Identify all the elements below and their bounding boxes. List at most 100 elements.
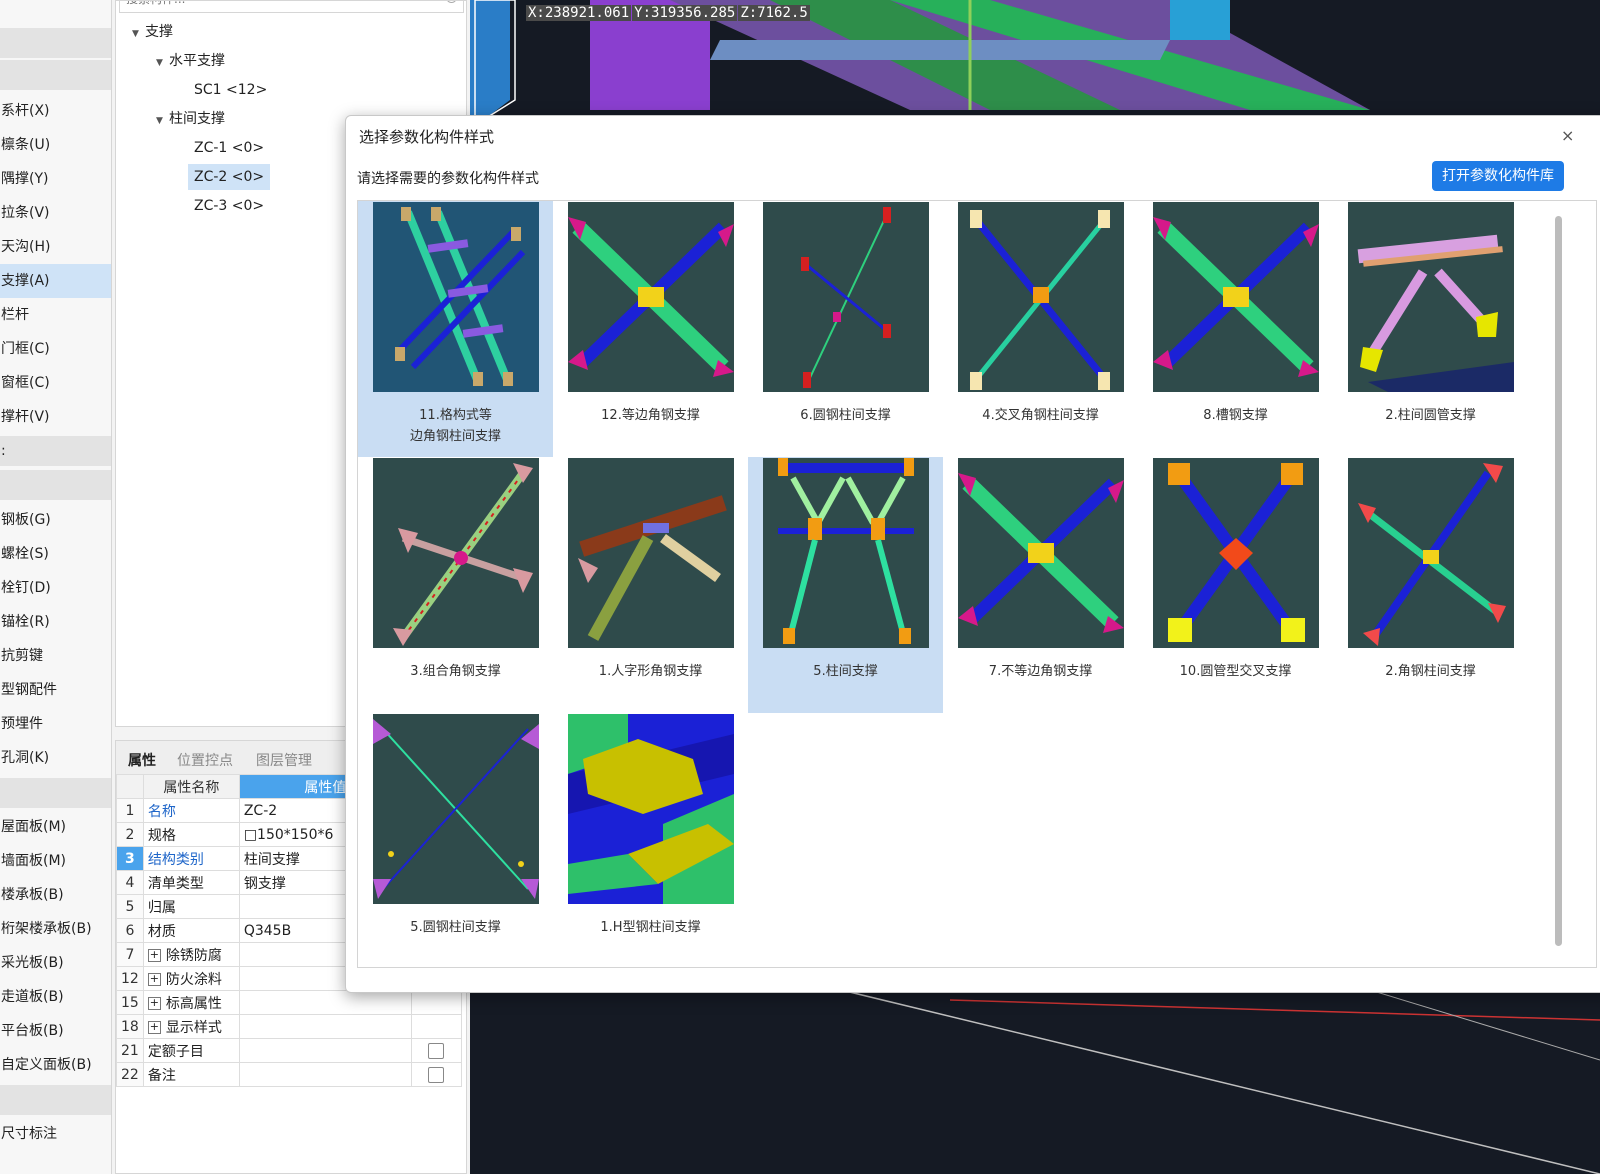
category-group-header <box>0 778 111 808</box>
search-icon[interactable] <box>446 1 457 3</box>
property-value[interactable] <box>238 990 412 1015</box>
style-thumbnail-image <box>568 217 734 377</box>
expand-plus-icon[interactable]: + <box>147 973 161 986</box>
property-name: 除锈防腐 <box>165 947 222 964</box>
category-item[interactable]: 栓钉(D) <box>0 571 111 605</box>
property-name-cell: + 防火涂料 <box>142 966 240 991</box>
tree-node[interactable]: ZC-2 <0> <box>188 164 271 190</box>
row-index: 1 <box>116 798 144 823</box>
style-card[interactable]: 5.圆钢柱间支撑 <box>358 713 553 967</box>
style-card[interactable]: 2.角钢柱间支撑 <box>1333 457 1528 713</box>
category-item[interactable]: 支撑(A) <box>0 264 111 298</box>
style-card[interactable]: 7.不等边角钢支撑 <box>943 457 1138 713</box>
tree-node[interactable]: ZC-3 <0> <box>194 193 264 219</box>
style-card[interactable]: 10.圆管型交叉支撑 <box>1138 457 1333 713</box>
style-card[interactable]: 12.等边角钢支撑 <box>553 201 748 457</box>
category-item[interactable]: : <box>0 434 111 468</box>
category-item[interactable]: 尺寸标注 <box>0 1117 111 1151</box>
category-item[interactable]: 墙面板(M) <box>0 844 111 878</box>
tab-properties[interactable]: 属性 <box>124 747 160 775</box>
style-card[interactable]: 1.人字形角钢支撑 <box>553 457 748 713</box>
tree-node-label: 水平支撑 <box>169 53 225 69</box>
row-index: 3 <box>116 846 144 871</box>
category-item[interactable]: 栏杆 <box>0 298 111 332</box>
category-item[interactable]: 拉条(V) <box>0 196 111 230</box>
style-label: 7.不等边角钢支撑 <box>988 664 1093 679</box>
category-item[interactable]: 桁架楼承板(B) <box>0 912 111 946</box>
row-index: 5 <box>116 894 144 919</box>
category-item[interactable]: 天沟(H) <box>0 230 111 264</box>
checkbox[interactable] <box>428 1066 445 1083</box>
tree-node[interactable]: ▼ 柱间支撑 <box>156 106 225 132</box>
property-row[interactable]: 21 定额子目 <box>116 1038 462 1063</box>
category-item[interactable]: 檩条(U) <box>0 128 111 162</box>
open-component-library-button[interactable]: 打开参数化构件库 <box>1432 161 1564 191</box>
row-index: 22 <box>116 1062 144 1087</box>
style-thumbnail <box>568 202 734 392</box>
property-value[interactable] <box>238 1038 412 1063</box>
close-icon[interactable]: × <box>1561 126 1574 145</box>
style-card[interactable]: 8.槽钢支撑 <box>1138 201 1333 457</box>
tab-position-control[interactable]: 位置控点 <box>173 747 237 775</box>
style-card[interactable]: 4.交叉角钢柱间支撑 <box>943 201 1138 457</box>
search-input[interactable] <box>124 1 428 7</box>
tree-node[interactable]: ▼ 支撑 <box>132 19 173 45</box>
tree-node[interactable]: ▼ 水平支撑 <box>156 48 225 74</box>
category-item[interactable]: 预埋件 <box>0 707 111 741</box>
expand-plus-icon[interactable]: + <box>147 1021 161 1034</box>
style-card[interactable]: 1.H型钢柱间支撑 <box>553 713 748 967</box>
category-item[interactable]: 窗框(C) <box>0 366 111 400</box>
property-name: 结构类别 <box>147 851 204 868</box>
category-item[interactable]: 自定义面板(B) <box>0 1048 111 1082</box>
category-group-header <box>0 60 111 90</box>
category-item[interactable]: 门框(C) <box>0 332 111 366</box>
expand-plus-icon[interactable]: + <box>147 949 161 962</box>
property-name-cell: 定额子目 <box>142 1038 240 1063</box>
property-value[interactable] <box>238 1062 412 1087</box>
style-thumbnail <box>763 202 929 392</box>
style-thumbnail-image <box>778 458 914 644</box>
style-label: 12.等边角钢支撑 <box>601 408 700 423</box>
checkbox[interactable] <box>428 1042 445 1059</box>
expand-arrow-icon[interactable]: ▼ <box>156 108 166 134</box>
style-label: 5.圆钢柱间支撑 <box>410 920 501 935</box>
style-card[interactable]: 5.柱间支撑 <box>748 457 943 713</box>
category-item[interactable]: 楼承板(B) <box>0 878 111 912</box>
tab-layer-management[interactable]: 图层管理 <box>252 747 316 775</box>
category-item[interactable]: 孔洞(K) <box>0 741 111 775</box>
style-card[interactable]: 3.组合角钢支撑 <box>358 457 553 713</box>
expand-plus-icon[interactable]: + <box>147 997 161 1010</box>
expand-arrow-icon[interactable]: ▼ <box>156 50 166 76</box>
category-item[interactable]: 走道板(B) <box>0 980 111 1014</box>
property-value[interactable] <box>238 1014 412 1039</box>
style-thumbnail-image <box>1153 217 1319 377</box>
dialog-scrollbar[interactable] <box>1555 216 1562 946</box>
tree-node[interactable]: ZC-1 <0> <box>194 135 264 161</box>
category-item[interactable]: 采光板(B) <box>0 946 111 980</box>
style-thumbnail <box>568 714 734 904</box>
category-item[interactable]: 撑杆(V) <box>0 400 111 434</box>
category-item[interactable]: 抗剪键 <box>0 639 111 673</box>
tree-node[interactable]: SC1 <12> <box>194 77 267 103</box>
category-item[interactable]: 系杆(X) <box>0 94 111 128</box>
style-thumbnail <box>763 458 929 648</box>
category-item[interactable]: 平台板(B) <box>0 1014 111 1048</box>
property-name-header: 属性名称 <box>142 774 240 799</box>
category-item[interactable]: 隅撑(Y) <box>0 162 111 196</box>
property-row[interactable]: 22 备注 <box>116 1062 462 1087</box>
category-item[interactable]: 型钢配件 <box>0 673 111 707</box>
expand-arrow-icon[interactable]: ▼ <box>132 21 142 47</box>
style-card[interactable]: 2.柱间圆管支撑 <box>1333 201 1528 457</box>
category-item[interactable]: 钢板(G) <box>0 503 111 537</box>
style-label: 1.H型钢柱间支撑 <box>600 920 701 935</box>
category-item[interactable]: 螺栓(S) <box>0 537 111 571</box>
property-name-cell: + 显示样式 <box>142 1014 240 1039</box>
category-item[interactable]: 屋面板(M) <box>0 810 111 844</box>
category-item[interactable]: 锚栓(R) <box>0 605 111 639</box>
property-row[interactable]: 18 + 显示样式 <box>116 1014 462 1039</box>
search-box[interactable] <box>119 1 464 13</box>
property-row[interactable]: 15 + 标高属性 <box>116 990 462 1015</box>
style-card[interactable]: 6.圆钢柱间支撑 <box>748 201 943 457</box>
style-card[interactable]: 11.格构式等 边角钢柱间支撑 <box>358 201 553 457</box>
tree-node-label: ZC-2 <0> <box>194 169 265 185</box>
